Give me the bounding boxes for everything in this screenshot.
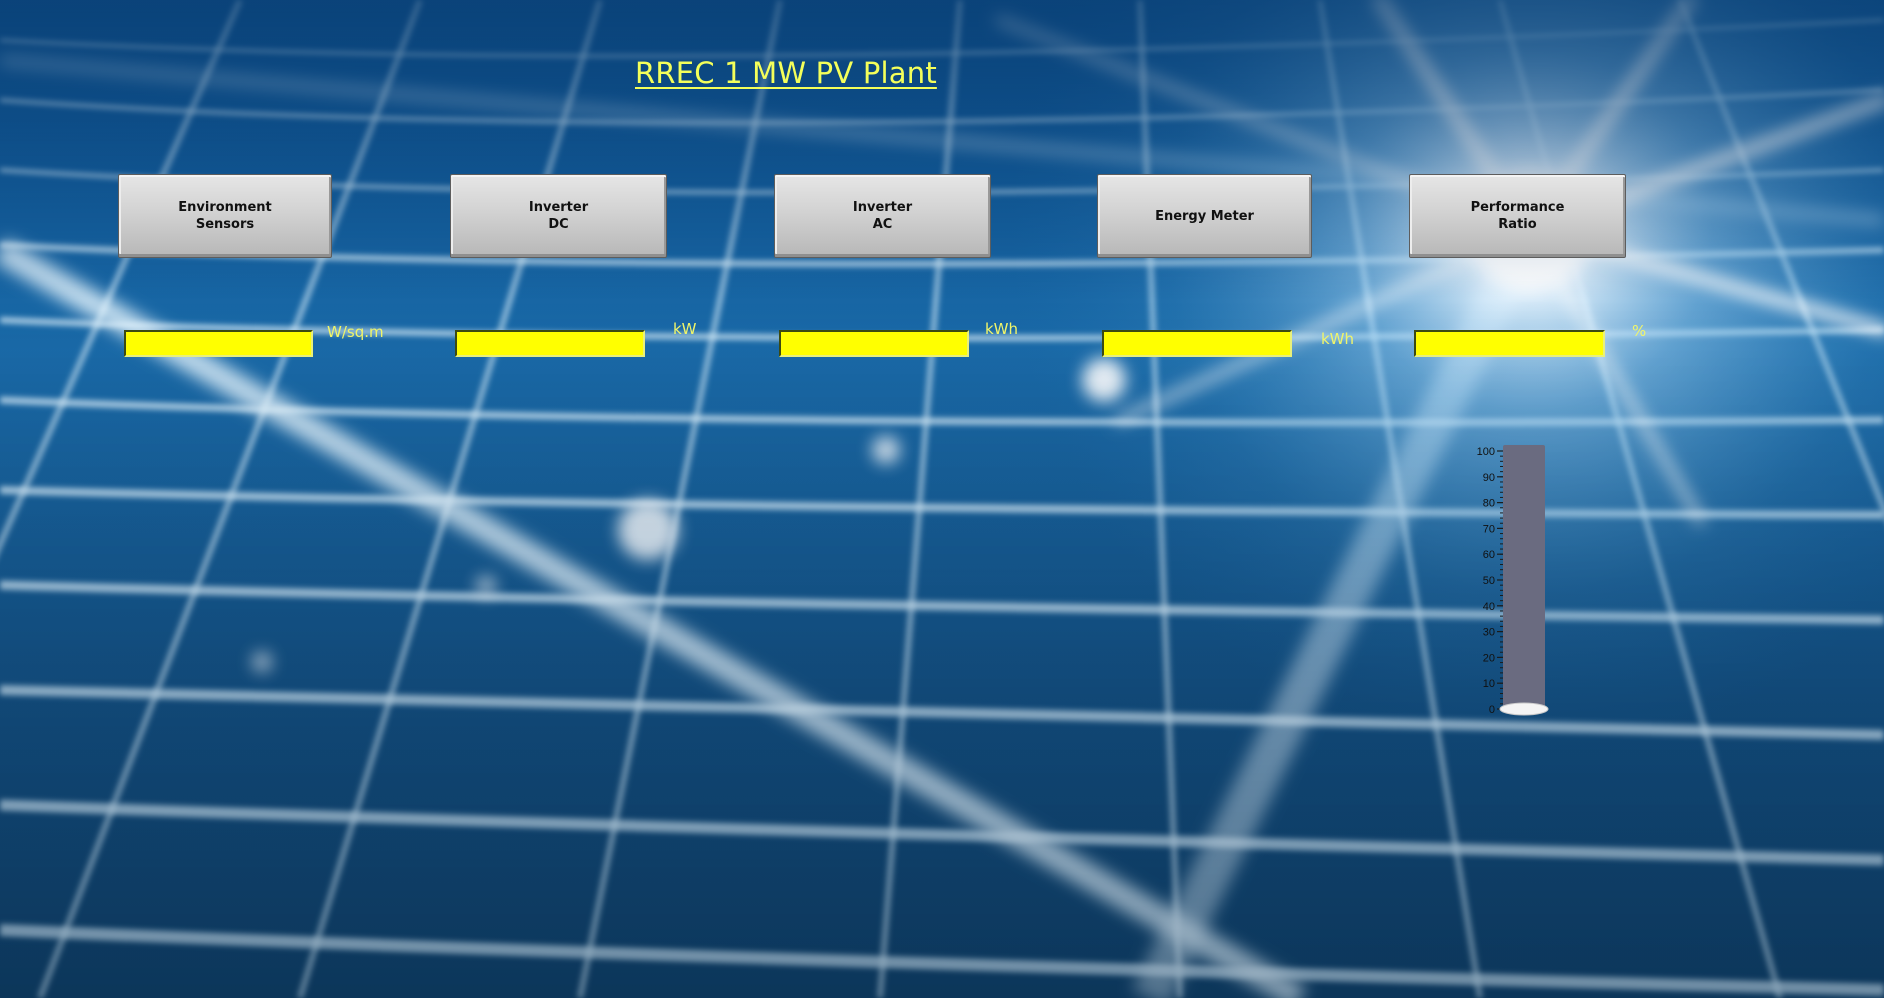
environment-sensors-button[interactable]: Environment Sensors — [118, 174, 332, 258]
inverter-ac-unit: kWh — [985, 320, 1019, 338]
gauge-tank — [1503, 445, 1545, 709]
energy-meter-button[interactable]: Energy Meter — [1097, 174, 1312, 258]
gauge-tick-label: 50 — [1483, 575, 1495, 587]
inverter-dc-value-field — [455, 330, 645, 357]
energy-meter-value-field — [1102, 330, 1292, 357]
gauge-tick-label: 20 — [1483, 652, 1495, 664]
gauge-tick-label: 60 — [1483, 549, 1495, 561]
pv-dashboard: RREC 1 MW PV Plant Environment Sensors I… — [0, 0, 1884, 998]
page-title: RREC 1 MW PV Plant — [635, 56, 937, 90]
inverter-ac-button-label: Inverter AC — [852, 200, 913, 232]
performance-ratio-button-label: Performance Ratio — [1470, 200, 1565, 232]
energy-meter-button-label: Energy Meter — [1155, 208, 1254, 224]
performance-ratio-gauge: 0 10 20 30 40 50 60 70 80 90 100 — [1460, 440, 1560, 730]
inverter-ac-value-field — [779, 330, 969, 357]
gauge-tick-label: 80 — [1483, 498, 1495, 510]
inverter-ac-button[interactable]: Inverter AC — [774, 174, 991, 258]
solar-panel-background — [0, 0, 1884, 998]
gauge-tick-label: 100 — [1477, 446, 1495, 458]
gauge-tick-label: 0 — [1489, 704, 1495, 716]
irradiance-unit: W/sq.m — [327, 323, 384, 341]
gauge-level-indicator — [1499, 702, 1549, 716]
energy-meter-unit: kWh — [1321, 330, 1355, 348]
gauge-tick-label: 30 — [1483, 627, 1495, 639]
inverter-dc-unit: kW — [673, 320, 697, 338]
performance-ratio-value-field — [1414, 330, 1605, 357]
performance-ratio-unit: % — [1632, 322, 1647, 340]
gauge-tick-label: 10 — [1483, 678, 1495, 690]
irradiance-value-field — [124, 330, 313, 357]
inverter-dc-button[interactable]: Inverter DC — [450, 174, 667, 258]
inverter-dc-button-label: Inverter DC — [528, 200, 589, 232]
gauge-tick-label: 90 — [1483, 472, 1495, 484]
gauge-tick-label: 40 — [1483, 601, 1495, 613]
performance-ratio-button[interactable]: Performance Ratio — [1409, 174, 1626, 258]
gauge-tick-label: 70 — [1483, 523, 1495, 535]
environment-sensors-button-label: Environment Sensors — [178, 200, 272, 232]
